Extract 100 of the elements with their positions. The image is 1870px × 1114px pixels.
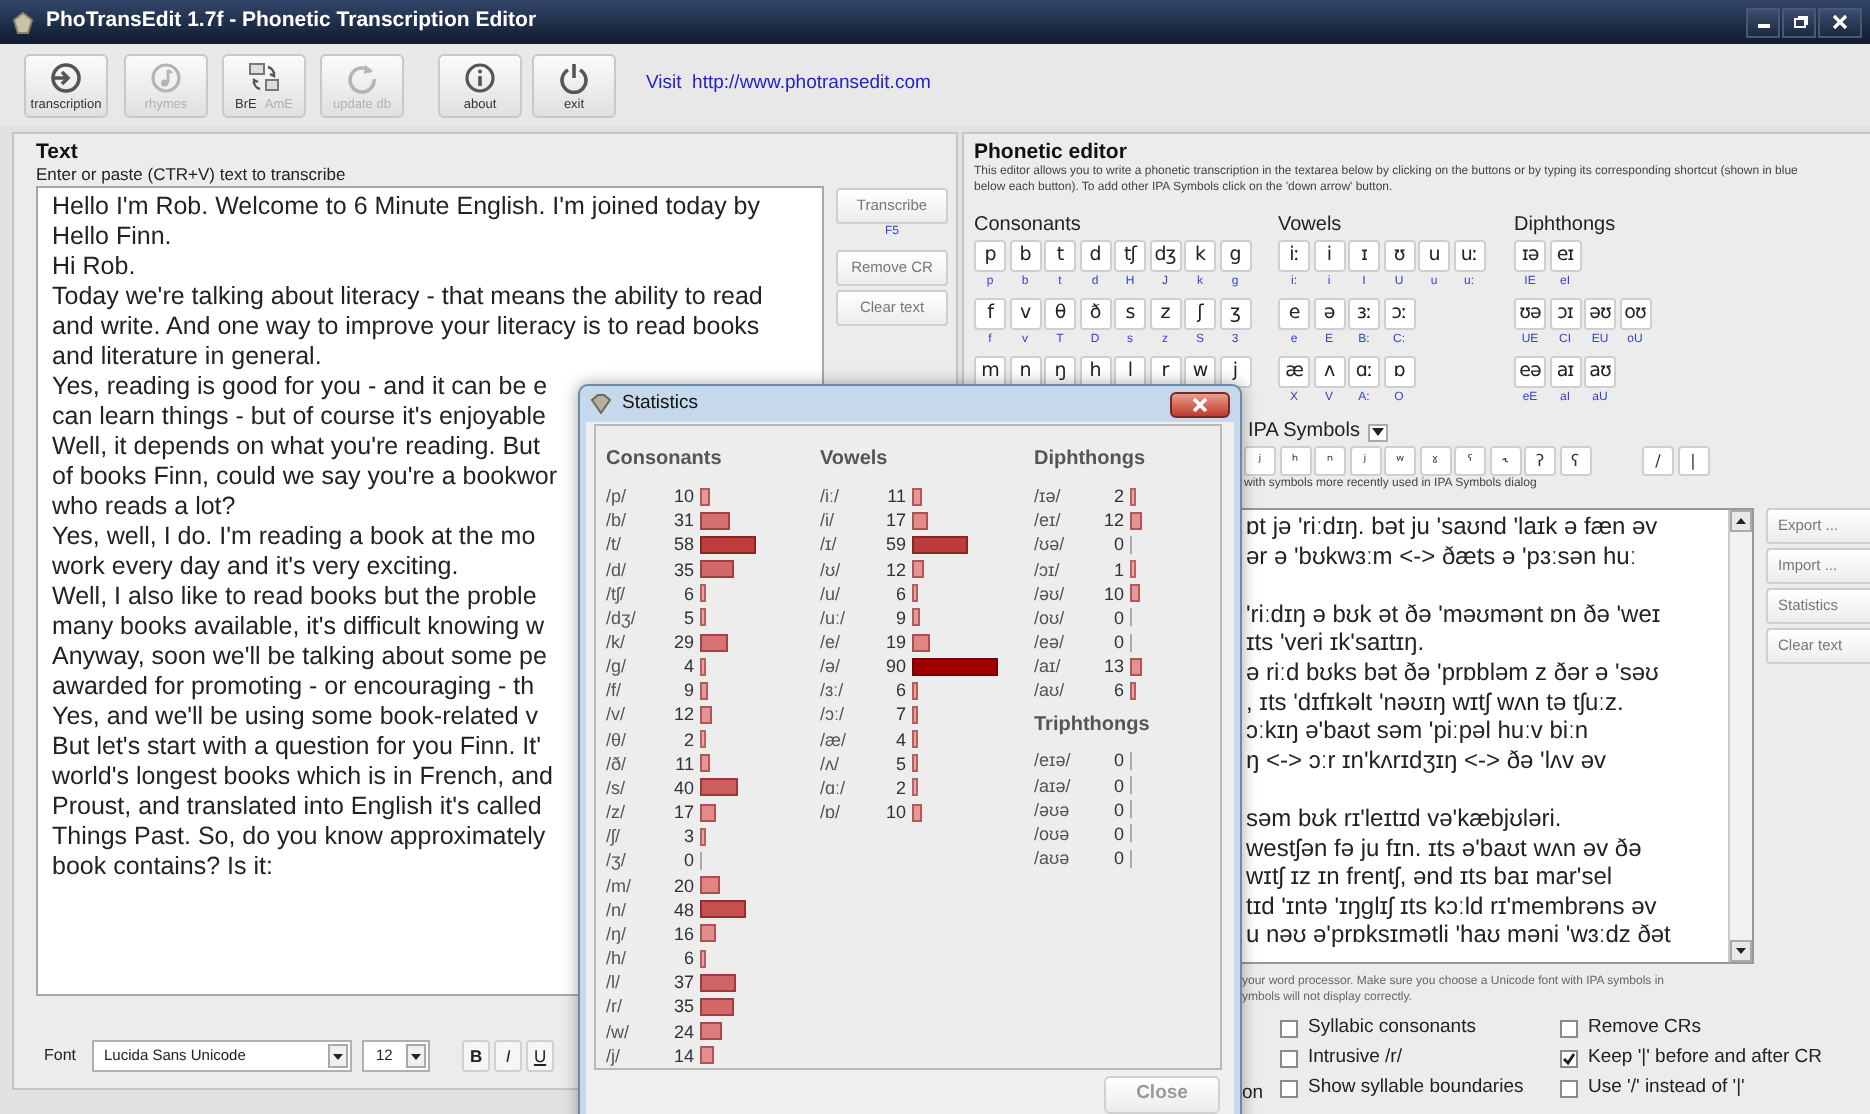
symbol-button[interactable]: aʊ [1584,356,1616,388]
count-bar [700,657,706,676]
symbol-label: /tʃ/ [606,581,628,606]
symbol-button[interactable]: d [1079,240,1111,272]
close-button[interactable] [1170,392,1230,418]
gem-icon [590,394,612,414]
symbol-button[interactable]: ⁿ [1314,446,1346,476]
symbol-button[interactable]: ʊ [1383,240,1415,272]
symbol-button[interactable]: s [1114,298,1146,330]
symbol-button[interactable]: ˠ [1419,446,1451,476]
symbol-button[interactable]: əʊ [1584,298,1616,330]
symbol-button[interactable]: eə [1514,356,1546,388]
checkbox[interactable] [1560,1050,1578,1068]
count-value: 0 [681,848,694,873]
symbol-button[interactable]: θ [1044,298,1076,330]
website-link[interactable]: Visit http://www.photransedit.com [646,70,931,100]
checkbox[interactable] [1560,1020,1578,1038]
symbol-button[interactable]: e [1278,298,1310,330]
symbol-button[interactable]: ɔɪ [1549,298,1581,330]
symbol-button[interactable]: f [974,298,1006,330]
symbol-button[interactable]: ə [1313,298,1345,330]
count-value: 9 [681,678,694,703]
format-button[interactable]: B [462,1040,491,1072]
symbol-button[interactable]: tʃ [1114,240,1146,272]
count-value: 2 [1111,484,1124,509]
symbol-button[interactable]: t [1044,240,1076,272]
count-bar [700,973,736,992]
option-label: Show syllable boundaries [1308,1074,1524,1103]
count-value: 6 [681,581,694,606]
minimize-button[interactable] [1746,7,1780,37]
dropdown-button[interactable] [1367,423,1388,441]
symbol-button[interactable]: ʊə [1514,298,1546,330]
text-line: book contains? Is it: [52,852,273,882]
symbol-button[interactable]: dʒ [1149,240,1181,272]
symbol-button[interactable]: k [1184,240,1216,272]
symbol-button[interactable]: u [1418,240,1450,272]
symbol-button[interactable]: i [1313,240,1345,272]
symbol-button[interactable]: uː [1453,240,1485,272]
symbol-button[interactable]: ʕ [1559,446,1591,476]
symbol-button[interactable]: | [1677,446,1709,476]
symbol-button[interactable]: ð [1079,298,1111,330]
ipa-symbols-label: IPA Symbols [1248,420,1360,444]
symbol-button[interactable]: æ [1278,356,1310,388]
close-button[interactable] [1818,7,1862,37]
count-value: 5 [893,751,906,776]
symbol-button[interactable]: iː [1278,240,1310,272]
count-value: 29 [671,630,694,655]
symbol-label: /ʊ/ [820,557,843,582]
symbol-button[interactable]: ʃ [1184,298,1216,330]
symbol-button[interactable]: ʒ [1219,298,1251,330]
transcription-area[interactable] [1242,508,1754,964]
checkbox[interactable] [1280,1080,1298,1098]
text-line: and literature in general. [52,342,322,372]
symbol-button[interactable]: ɪ [1348,240,1380,272]
symbol-button[interactable]: ʰ [1279,446,1311,476]
symbol-button[interactable]: / [1642,446,1674,476]
symbol-button[interactable]: ɑː [1348,356,1380,388]
symbol-button[interactable]: ɪə [1514,240,1546,272]
symbol-label: /əʊ/ [1034,581,1067,606]
symbol-button[interactable]: aɪ [1549,356,1581,388]
format-button[interactable]: I [494,1040,523,1072]
symbol-label: /ʌ/ [820,751,842,776]
symbol-button[interactable]: g [1219,240,1251,272]
symbol-button[interactable]: eɪ [1549,240,1581,272]
group-title: Diphthongs [1034,448,1148,472]
count-value: 7 [893,702,906,727]
count-bar [912,803,922,822]
symbol-label: /eɪə/ [1034,748,1073,773]
symbol-button[interactable]: ʷ [1384,446,1416,476]
format-button[interactable]: U [526,1040,555,1072]
symbol-button[interactable]: ʲ [1244,446,1276,476]
symbol-button[interactable]: oʊ [1619,298,1651,330]
symbol-button[interactable]: ˞ [1489,446,1521,476]
symbol-button[interactable]: j [1219,356,1251,388]
count-value: 6 [893,678,906,703]
text-line: who reads a lot? [52,492,236,522]
maximize-button[interactable] [1782,7,1816,37]
symbol-button[interactable]: ɜː [1348,298,1380,330]
symbol-button[interactable]: b [1009,240,1041,272]
symbol-button[interactable]: ˤ [1454,446,1486,476]
symbol-button[interactable]: ʌ [1313,356,1345,388]
checkbox[interactable] [1280,1020,1298,1038]
panel-title: Text [36,140,80,164]
symbol-button[interactable]: p [974,240,1006,272]
symbol-button[interactable]: z [1149,298,1181,330]
symbol-button[interactable]: ʔ [1524,446,1556,476]
count-value: 58 [671,532,694,557]
text-line: world's longest books which is in French, and [52,762,553,792]
phonetic-line: westʃən fə ju fɪn. ɪts ə'baʊt wʌn əv ðə [1246,833,1642,863]
scrollbar[interactable] [1728,510,1752,962]
symbol-button[interactable]: v [1009,298,1041,330]
symbol-label: /m/ [606,873,633,898]
symbol-button[interactable]: ɔː [1383,298,1415,330]
symbol-button[interactable]: ʲ [1349,446,1381,476]
symbol-label: /uː/ [820,605,848,630]
count-value: 35 [671,557,694,582]
count-bar [912,730,918,749]
checkbox[interactable] [1280,1050,1298,1068]
checkbox[interactable] [1560,1080,1578,1098]
symbol-button[interactable]: ɒ [1383,356,1415,388]
